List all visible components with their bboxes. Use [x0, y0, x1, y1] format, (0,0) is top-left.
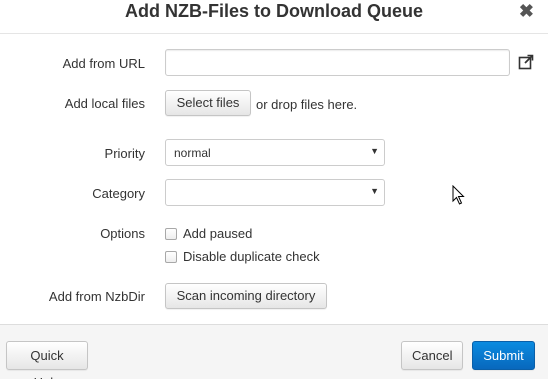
add-paused-option[interactable]: Add paused	[165, 226, 365, 242]
add-paused-label[interactable]: Add paused	[183, 226, 252, 241]
add-nzb-dialog: Add NZB-Files to Download Queue ✖ Add fr…	[0, 0, 548, 379]
close-icon[interactable]: ✖	[519, 1, 534, 21]
disable-duplicate-check-checkbox[interactable]	[165, 251, 177, 263]
scan-incoming-directory-button[interactable]: Scan incoming directory	[165, 283, 327, 309]
priority-label: Priority	[104, 146, 145, 161]
nzbdir-label: Add from NzbDir	[48, 289, 145, 304]
dialog-footer: Quick Help Cancel Submit	[0, 324, 548, 379]
select-files-button[interactable]: Select files	[165, 90, 251, 116]
url-input[interactable]	[165, 49, 510, 76]
external-link-icon[interactable]	[518, 54, 534, 70]
local-files-label: Add local files	[64, 96, 145, 111]
caret-down-icon: ▼	[370, 186, 379, 196]
priority-value: normal	[174, 146, 211, 160]
disable-duplicate-check-option[interactable]: Disable duplicate check	[165, 249, 365, 265]
options-label: Options	[100, 226, 145, 241]
cancel-button[interactable]: Cancel	[401, 341, 463, 370]
add-paused-checkbox[interactable]	[165, 228, 177, 240]
category-select[interactable]: ▼	[165, 179, 385, 206]
caret-down-icon: ▼	[370, 146, 379, 156]
mouse-cursor-icon	[452, 185, 465, 205]
dialog-title: Add NZB-Files to Download Queue	[125, 1, 423, 21]
drop-hint: or drop files here.	[256, 97, 358, 112]
disable-duplicate-check-label[interactable]: Disable duplicate check	[183, 249, 320, 264]
quick-help-button[interactable]: Quick Help	[6, 341, 88, 379]
submit-button[interactable]: Submit	[472, 341, 535, 370]
url-label: Add from URL	[62, 56, 145, 71]
dialog-header: Add NZB-Files to Download Queue ✖	[0, 0, 548, 34]
category-label: Category	[92, 186, 145, 201]
priority-select[interactable]: normal ▼	[165, 139, 385, 166]
